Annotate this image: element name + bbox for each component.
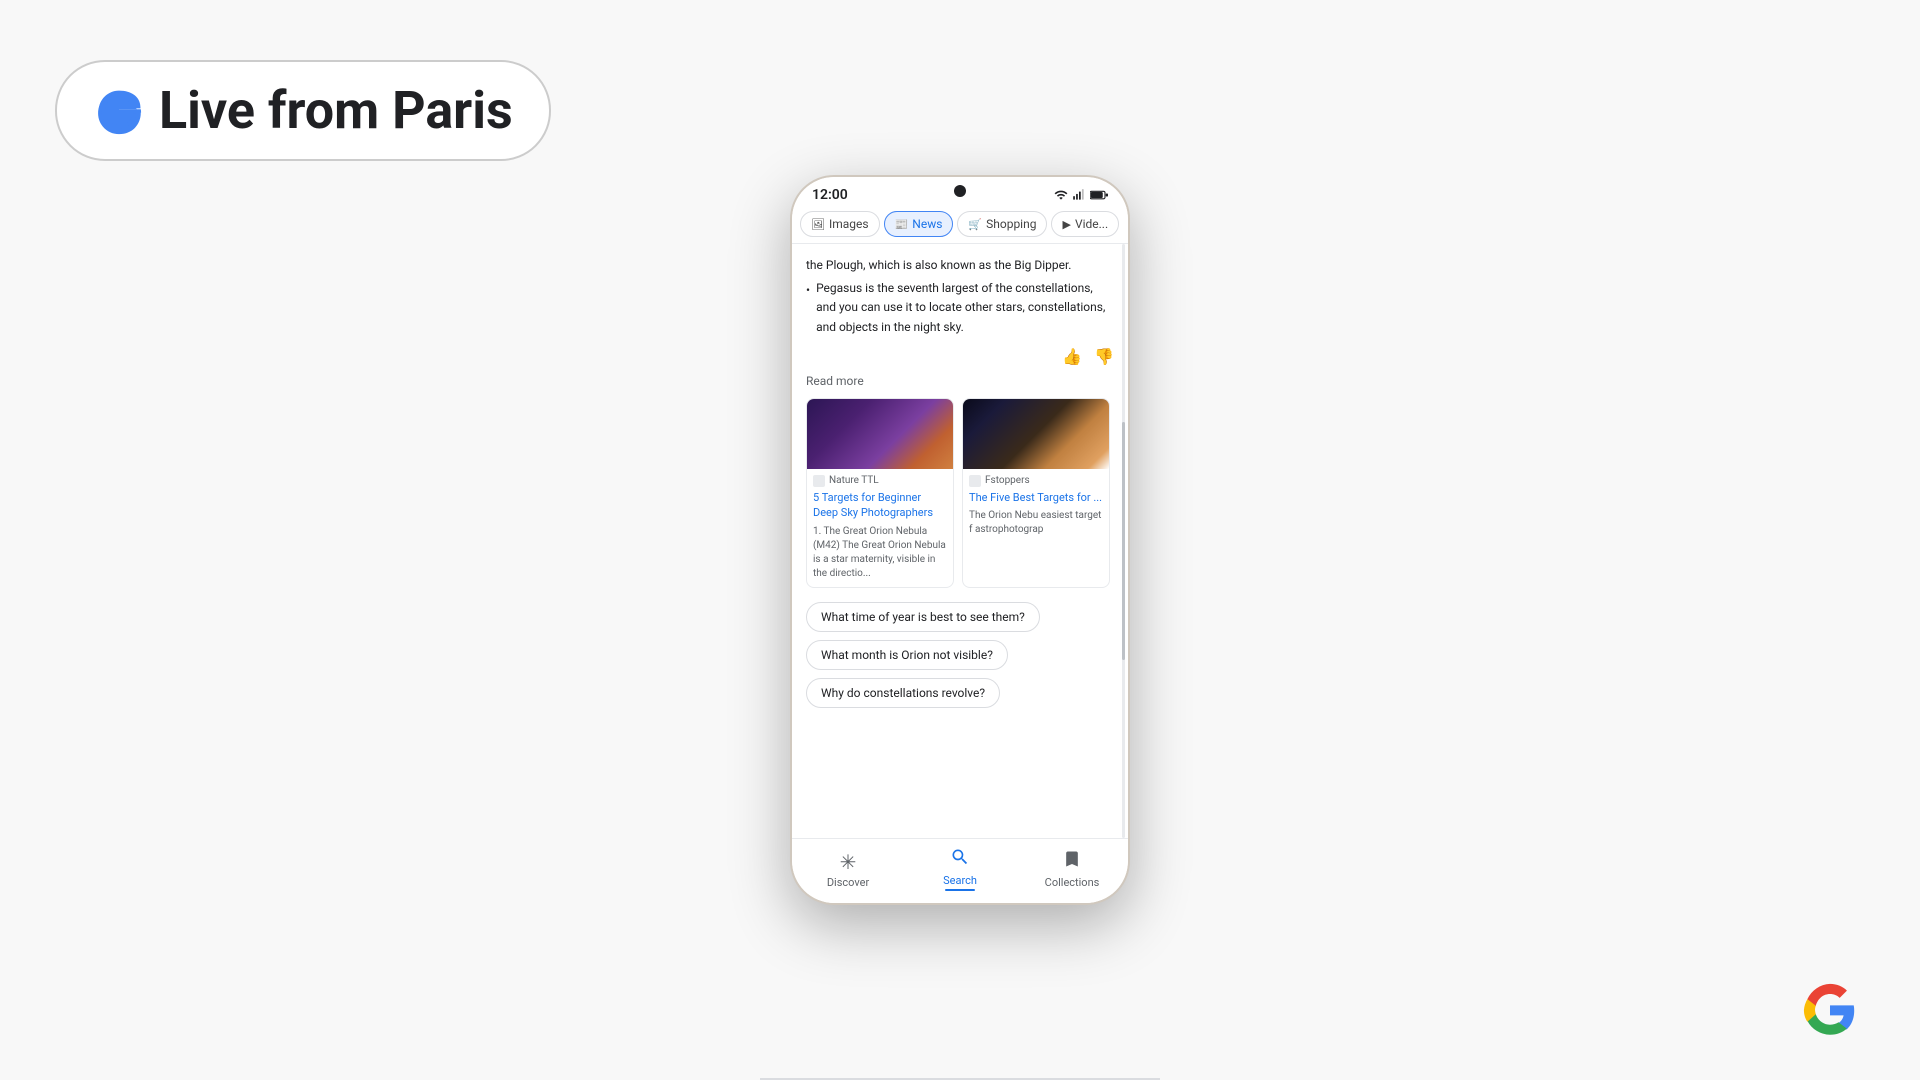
scrollbar-thumb[interactable]	[1122, 422, 1125, 660]
read-more-link[interactable]: Read more	[806, 374, 1114, 388]
discover-label: Discover	[827, 876, 869, 889]
article-card-1[interactable]: Nature TTL 5 Targets for Beginner Deep S…	[806, 398, 954, 588]
bullet-item-pegasus: • Pegasus is the seventh largest of the …	[806, 279, 1114, 337]
status-bar: 12:00	[792, 177, 1128, 207]
battery-icon	[1090, 189, 1108, 201]
discover-icon: ✳	[840, 850, 857, 874]
suggestion-chips: What time of year is best to see them? W…	[806, 602, 1114, 708]
content-area: the Plough, which is also known as the B…	[792, 244, 1128, 838]
article-card-2[interactable]: Fstoppers The Five Best Targets for ... …	[962, 398, 1110, 588]
nav-search[interactable]: Search	[904, 847, 1016, 891]
bottom-nav: ✳ Discover Search Collections	[792, 838, 1128, 903]
wifi-icon	[1054, 188, 1068, 202]
status-icons	[1054, 188, 1108, 202]
tab-images[interactable]: 🖼 Images	[800, 211, 880, 237]
news-tab-icon: 📰	[895, 218, 909, 231]
camera-notch	[954, 185, 966, 197]
thumbs-down-icon[interactable]: 👎	[1094, 347, 1114, 366]
search-nav-underline	[945, 889, 975, 891]
phone-mockup: 12:00	[790, 175, 1130, 905]
articles-row: Nature TTL 5 Targets for Beginner Deep S…	[806, 398, 1114, 588]
tabs-bar: 🖼 Images 📰 News 🛒 Shopping ▶ Vide...	[792, 207, 1128, 244]
bullet-dot: •	[806, 281, 810, 337]
nav-collections[interactable]: Collections	[1016, 849, 1128, 889]
tab-videos[interactable]: ▶ Vide...	[1051, 211, 1119, 237]
suggestion-chip-3[interactable]: Why do constellations revolve?	[806, 678, 1000, 708]
suggestion-chip-1[interactable]: What time of year is best to see them?	[806, 602, 1040, 632]
google-logo-bottom-right	[1800, 980, 1860, 1040]
feedback-row: 👍 👎	[806, 347, 1114, 366]
shopping-tab-icon: 🛒	[968, 218, 982, 231]
search-icon	[950, 847, 970, 872]
article-image-1	[807, 399, 953, 469]
status-time: 12:00	[812, 187, 848, 203]
source-favicon-2	[969, 475, 981, 487]
nav-discover[interactable]: ✳ Discover	[792, 850, 904, 889]
signal-icon	[1072, 188, 1086, 202]
article-source-1: Nature TTL	[813, 475, 947, 487]
badge-label: Live from Paris	[159, 80, 513, 141]
tab-shopping[interactable]: 🛒 Shopping	[957, 211, 1047, 237]
source-favicon-1	[813, 475, 825, 487]
thumbs-up-icon[interactable]: 👍	[1062, 347, 1082, 366]
collections-icon	[1062, 849, 1082, 874]
article-snippet-2: The Orion Nebu easiest target f astropho…	[969, 509, 1103, 537]
tab-news[interactable]: 📰 News	[884, 211, 954, 237]
search-label: Search	[943, 874, 977, 887]
partial-text: the Plough, which is also known as the B…	[806, 256, 1114, 275]
article-snippet-1: 1. The Great Orion Nebula (M42) The Grea…	[813, 525, 947, 581]
images-tab-icon: 🖼	[811, 218, 825, 231]
live-from-paris-badge: Live from Paris	[55, 60, 551, 161]
article-title-2[interactable]: The Five Best Targets for ...	[969, 490, 1103, 505]
scrollbar[interactable]	[1122, 244, 1125, 838]
article-title-1[interactable]: 5 Targets for Beginner Deep Sky Photogra…	[813, 490, 947, 521]
collections-label: Collections	[1045, 876, 1100, 889]
google-g-icon	[93, 85, 145, 137]
suggestion-chip-2[interactable]: What month is Orion not visible?	[806, 640, 1008, 670]
videos-tab-icon: ▶	[1062, 218, 1070, 231]
article-image-2	[963, 399, 1109, 469]
text-content: the Plough, which is also known as the B…	[806, 256, 1114, 337]
article-source-2: Fstoppers	[969, 475, 1103, 487]
